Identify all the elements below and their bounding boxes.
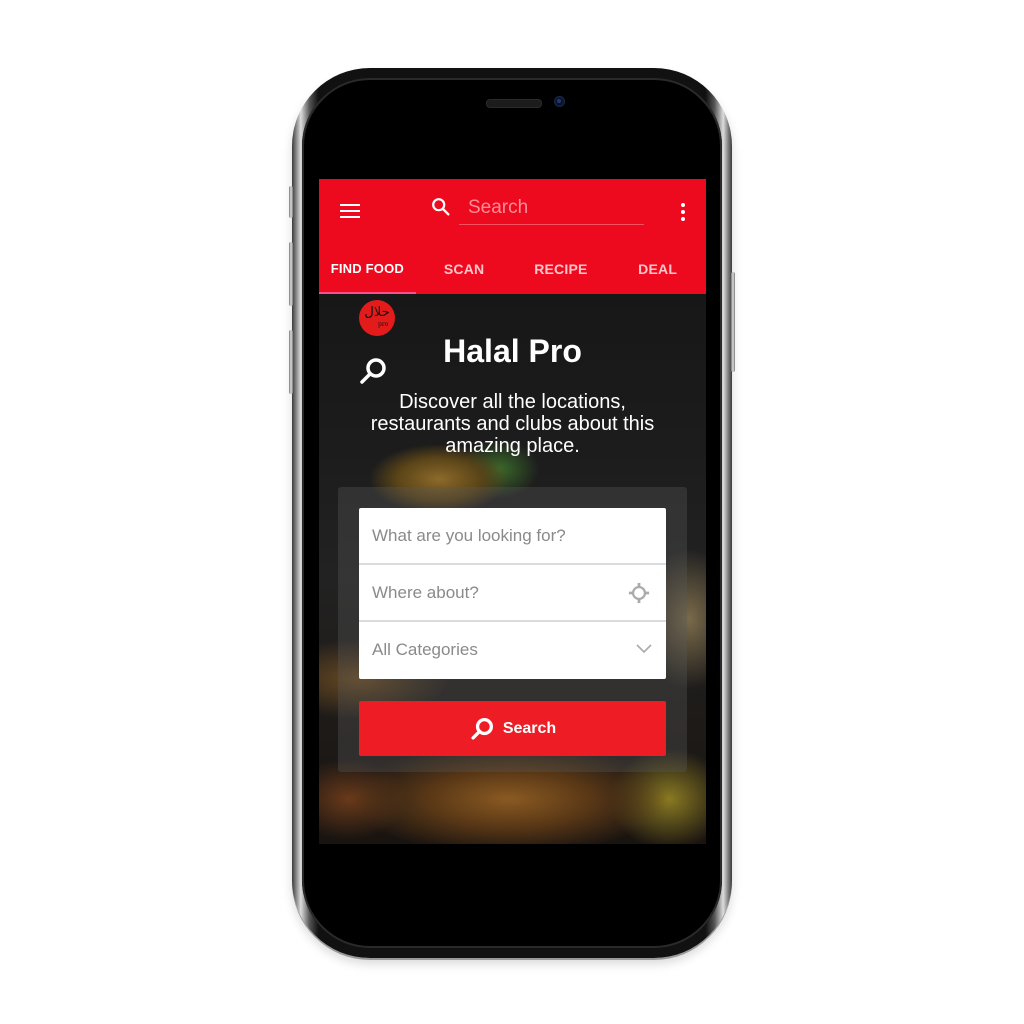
tab-recipe[interactable]: RECIPE bbox=[513, 243, 610, 294]
volume-down-button bbox=[289, 330, 293, 394]
tab-scan[interactable]: SCAN bbox=[416, 243, 513, 294]
tab-deal[interactable]: DEAL bbox=[609, 243, 706, 294]
where-field bbox=[359, 565, 666, 622]
top-search-input[interactable] bbox=[459, 191, 644, 225]
app-screen: FIND FOOD SCAN RECIPE DEAL حلال pro Hala… bbox=[319, 179, 706, 844]
page-subtitle: Discover all the locations, restaurants … bbox=[370, 391, 655, 457]
category-select[interactable]: All Categories bbox=[359, 622, 666, 679]
volume-up-button bbox=[289, 242, 293, 306]
search-button-label: Search bbox=[502, 719, 557, 737]
logo-arabic-text: حلال bbox=[364, 305, 390, 320]
more-vert-icon[interactable] bbox=[679, 203, 687, 223]
search-icon[interactable] bbox=[430, 196, 452, 218]
chevron-down-icon bbox=[636, 644, 652, 654]
crosshair-locate-icon[interactable] bbox=[628, 582, 650, 604]
mute-switch bbox=[289, 186, 293, 218]
search-icon bbox=[471, 717, 493, 740]
earpiece-speaker bbox=[486, 99, 542, 108]
tab-bar: FIND FOOD SCAN RECIPE DEAL bbox=[319, 243, 706, 294]
what-field bbox=[359, 508, 666, 565]
page-title: Halal Pro bbox=[443, 333, 582, 369]
halal-pro-logo: حلال pro bbox=[359, 300, 395, 336]
where-input[interactable] bbox=[359, 565, 666, 620]
tab-find-food[interactable]: FIND FOOD bbox=[319, 243, 416, 294]
power-button bbox=[731, 272, 735, 372]
app-bar bbox=[319, 179, 706, 243]
logo-sub-text: pro bbox=[378, 321, 389, 328]
hamburger-menu-icon[interactable] bbox=[340, 204, 360, 218]
category-selected-value: All Categories bbox=[372, 640, 478, 659]
what-input[interactable] bbox=[359, 508, 666, 563]
search-button[interactable]: Search bbox=[359, 701, 666, 756]
front-camera bbox=[554, 96, 565, 107]
